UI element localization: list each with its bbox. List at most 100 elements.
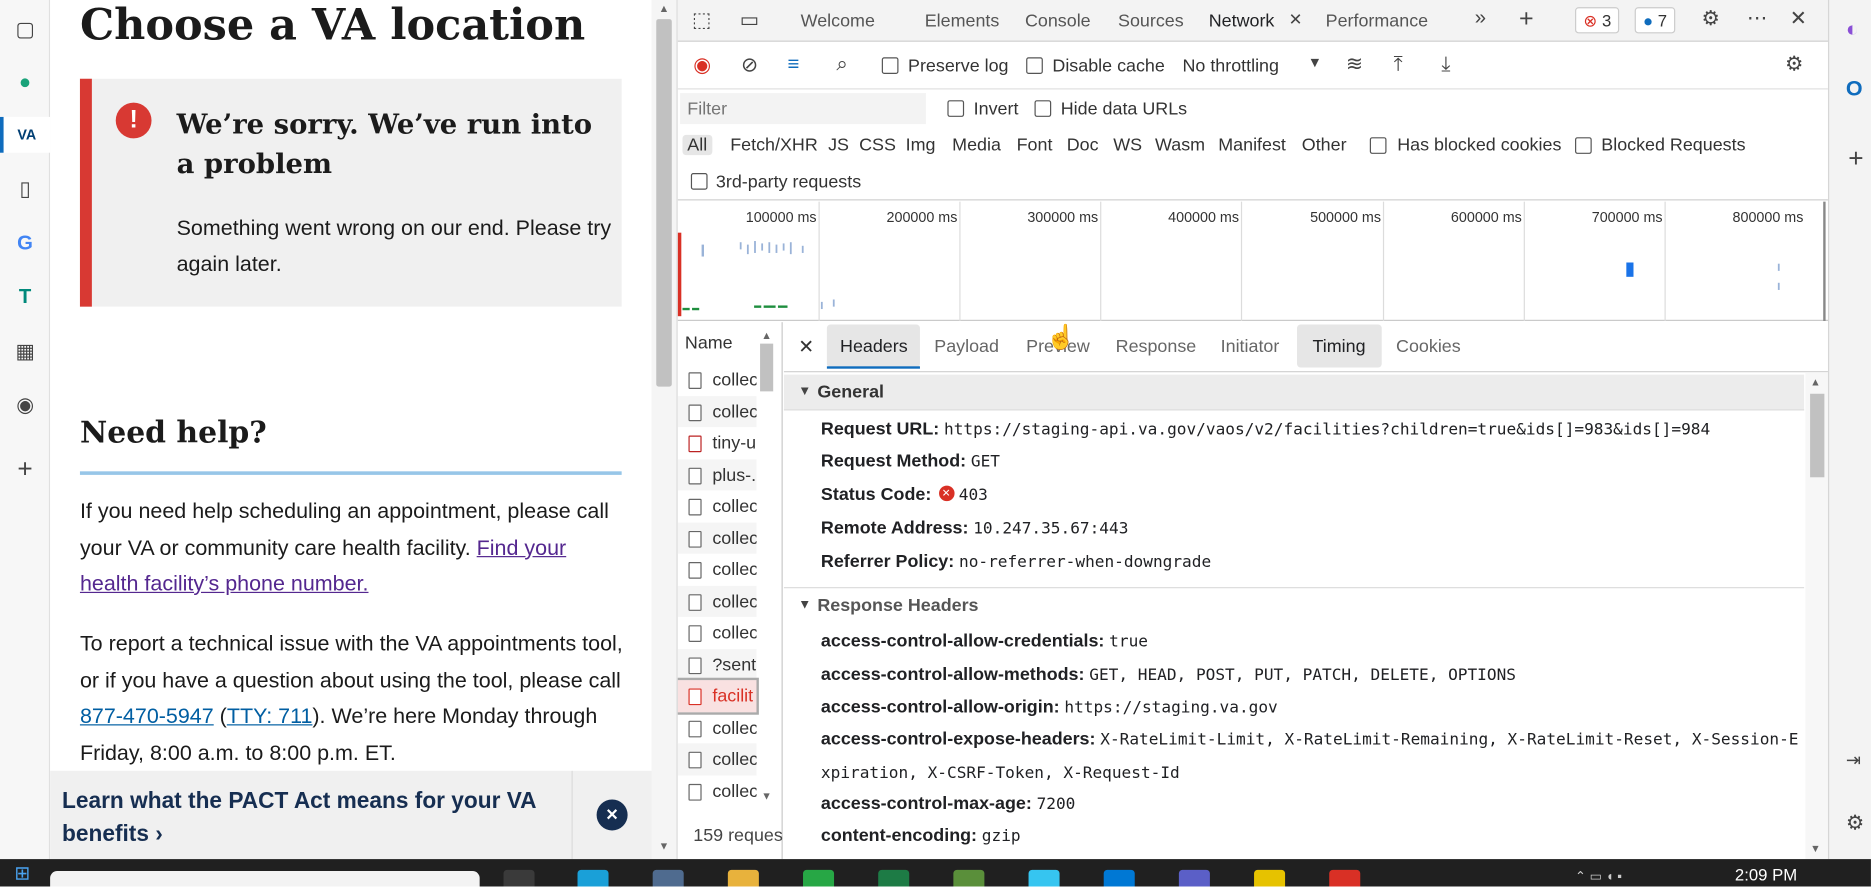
upload-icon[interactable]: ⤒: [1394, 53, 1403, 77]
scroll-down-icon[interactable]: ▼: [1810, 842, 1821, 854]
close-tab-icon[interactable]: ✕: [1289, 10, 1303, 30]
chrome-icon[interactable]: [1329, 869, 1361, 887]
type-js[interactable]: JS: [828, 135, 849, 155]
taskbar-clock[interactable]: 2:09 PM: [1735, 865, 1797, 884]
throttling-select[interactable]: No throttling: [1182, 56, 1279, 76]
slack-icon[interactable]: [1028, 869, 1060, 887]
close-details-icon[interactable]: ✕: [798, 335, 814, 359]
network-settings-icon[interactable]: ⚙: [1785, 53, 1803, 77]
type-ws[interactable]: WS: [1113, 135, 1142, 155]
taskbar-search[interactable]: [50, 871, 480, 887]
download-icon[interactable]: ⤓: [1441, 53, 1450, 77]
windows-start-icon[interactable]: ⊞: [14, 861, 30, 885]
app-icon[interactable]: [953, 869, 985, 887]
request-row[interactable]: collec: [677, 395, 757, 428]
hide-data-urls-checkbox[interactable]: [1034, 100, 1052, 117]
clear-icon[interactable]: ⊘: [741, 54, 758, 78]
request-row[interactable]: collec: [678, 712, 756, 744]
page-scrollbar[interactable]: ▲ ▼: [651, 0, 678, 860]
expand-panel-icon[interactable]: ⇥: [1846, 749, 1861, 771]
type-media[interactable]: Media: [952, 135, 1001, 155]
tray-icons[interactable]: ⌃ ▭ ◖ ▪: [1575, 869, 1622, 884]
third-party-checkbox[interactable]: [690, 173, 708, 190]
request-row[interactable]: collec: [677, 743, 757, 775]
tab-console[interactable]: Console: [1025, 11, 1091, 31]
header-value[interactable]: 7200: [1037, 795, 1076, 814]
request-row[interactable]: collec: [678, 554, 756, 586]
copilot-icon[interactable]: ◐: [1846, 17, 1859, 42]
task-view-icon[interactable]: [503, 869, 535, 887]
sidebar-settings-icon[interactable]: ⚙: [1846, 811, 1864, 835]
header-value[interactable]: https://staging-api.va.gov/vaos/v2/facil…: [944, 420, 1710, 439]
teams-icon[interactable]: [1178, 869, 1210, 887]
calendar-icon[interactable]: ▦: [0, 334, 50, 370]
add-app-icon[interactable]: +: [1848, 143, 1863, 174]
network-overview-timeline[interactable]: 100000 ms 200000 ms 300000 ms 400000 ms …: [677, 201, 1828, 321]
add-icon[interactable]: +: [0, 451, 50, 487]
phone-link[interactable]: 877-470-5947: [80, 704, 214, 728]
tab-elements[interactable]: Elements: [925, 11, 1000, 31]
scrollbar-thumb[interactable]: [656, 19, 672, 387]
document-icon[interactable]: ▯: [0, 172, 50, 208]
blocked-cookies-checkbox[interactable]: [1369, 137, 1387, 154]
tab-timing[interactable]: Timing: [1313, 336, 1366, 356]
filter-input[interactable]: [680, 93, 926, 125]
header-value[interactable]: no-referrer-when-downgrade: [959, 552, 1211, 571]
type-fetch-xhr[interactable]: Fetch/XHR: [730, 135, 818, 155]
tab-initiator[interactable]: Initiator: [1221, 336, 1280, 356]
request-row[interactable]: collec: [677, 585, 757, 617]
type-all[interactable]: All: [682, 134, 712, 156]
type-font[interactable]: Font: [1017, 135, 1053, 155]
header-value[interactable]: true: [1109, 632, 1148, 651]
search-icon[interactable]: ⌕: [836, 53, 847, 77]
github-icon[interactable]: ◉: [0, 388, 50, 424]
t-app-icon[interactable]: T: [0, 279, 50, 315]
response-headers-section-header[interactable]: ▼ Response Headers: [783, 587, 1805, 623]
tab-headers[interactable]: Headers: [840, 336, 908, 356]
tab-cookies[interactable]: Cookies: [1396, 336, 1461, 356]
tabs-icon[interactable]: ▢: [0, 12, 50, 48]
header-value[interactable]: 10.247.35.67:443: [973, 519, 1128, 538]
header-value[interactable]: GET: [971, 452, 1000, 471]
type-wasm[interactable]: Wasm: [1155, 135, 1205, 155]
request-row[interactable]: collec: [678, 364, 756, 396]
type-other[interactable]: Other: [1302, 135, 1347, 155]
va-icon[interactable]: VA: [0, 116, 51, 153]
request-row[interactable]: collec: [678, 775, 756, 807]
tab-performance[interactable]: Performance: [1326, 11, 1428, 31]
request-row[interactable]: tiny-u: [678, 427, 757, 459]
scroll-down-icon[interactable]: ▼: [659, 840, 670, 852]
request-row[interactable]: collec: [678, 617, 756, 649]
app-icon[interactable]: [652, 869, 684, 887]
request-row[interactable]: collec: [678, 490, 756, 522]
excel-icon[interactable]: [878, 869, 910, 887]
close-banner-icon[interactable]: ×: [596, 799, 628, 831]
tab-payload[interactable]: Payload: [934, 336, 999, 356]
message-badge[interactable]: ● 7: [1634, 7, 1676, 34]
general-section-header[interactable]: ▼ General: [783, 374, 1805, 411]
tab-response[interactable]: Response: [1116, 336, 1197, 356]
details-scrollbar[interactable]: ▲ ▼: [1805, 372, 1828, 860]
tab-network[interactable]: Network: [1209, 11, 1275, 31]
header-value[interactable]: https://staging.va.gov: [1064, 698, 1277, 717]
device-toolbar-icon[interactable]: ▭: [740, 8, 759, 32]
inspect-icon[interactable]: ⬚: [692, 8, 711, 32]
request-list-scrollbar[interactable]: ▲ ▼: [756, 322, 777, 802]
sharepoint-icon[interactable]: ●: [0, 64, 50, 100]
outlook-taskbar-icon[interactable]: [1103, 869, 1135, 887]
request-row[interactable]: plus-.: [677, 458, 757, 491]
tab-welcome[interactable]: Welcome: [801, 11, 875, 31]
type-css[interactable]: CSS: [859, 135, 896, 155]
outlook-icon[interactable]: O: [1846, 76, 1863, 101]
error-badge[interactable]: ⊗ 3: [1575, 7, 1620, 34]
chevron-down-icon[interactable]: ▼: [1308, 54, 1322, 71]
notes-app-icon[interactable]: [1254, 869, 1286, 887]
add-tab-icon[interactable]: +: [1519, 5, 1534, 34]
blocked-requests-checkbox[interactable]: [1575, 137, 1592, 154]
request-row[interactable]: collec: [677, 522, 757, 554]
invert-checkbox[interactable]: [947, 100, 965, 117]
pact-link[interactable]: Learn what the PACT Act means for your V…: [62, 785, 557, 852]
tab-sources[interactable]: Sources: [1118, 11, 1184, 31]
request-row[interactable]: ?sent: [677, 648, 757, 681]
scrollbar-thumb[interactable]: [1810, 393, 1825, 478]
